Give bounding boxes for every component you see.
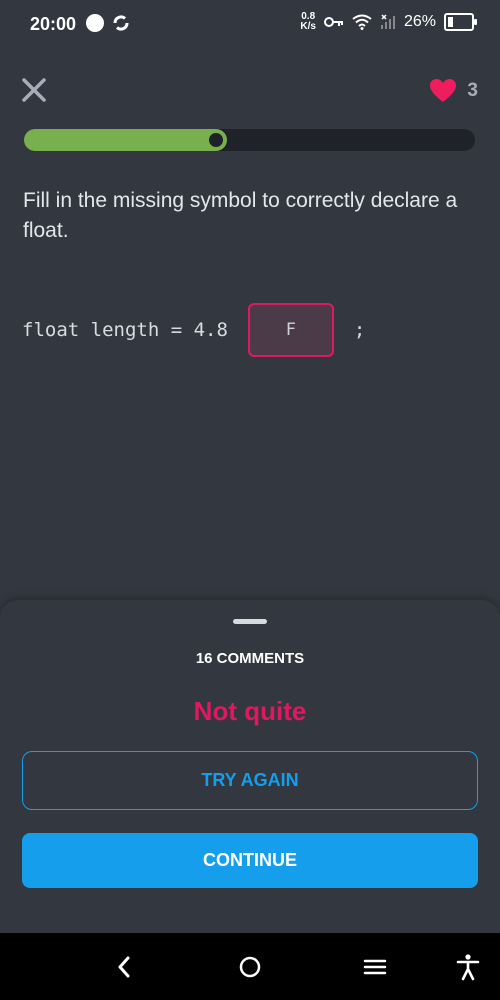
status-time: 20:00	[30, 14, 77, 34]
home-icon[interactable]	[236, 953, 264, 981]
wifi-icon	[352, 14, 372, 30]
sync-app-icon	[113, 15, 129, 31]
key-icon	[323, 17, 343, 27]
code-after: ;	[353, 319, 366, 341]
back-icon[interactable]	[111, 953, 139, 981]
lesson-progress-bar	[24, 129, 475, 151]
feedback-sheet: 16 COMMENTS Not quite TRY AGAIN CONTINUE	[0, 600, 500, 933]
continue-button[interactable]: CONTINUE	[22, 833, 478, 888]
notification-icons	[86, 14, 130, 32]
comments-link[interactable]: 16 COMMENTS	[0, 650, 500, 667]
hearts-counter: 3	[429, 78, 478, 103]
hearts-count: 3	[467, 79, 478, 101]
battery-percent: 26%	[403, 13, 436, 30]
accessibility-icon[interactable]	[454, 953, 482, 981]
progress-marker	[209, 133, 223, 147]
status-bar: 20:00 0.8 K/s 26%	[0, 0, 500, 52]
sheet-drag-handle[interactable]	[233, 619, 267, 624]
code-before: float length = 4.8	[22, 319, 228, 341]
question-text: Fill in the missing symbol to correctly …	[23, 189, 458, 242]
try-again-button[interactable]: TRY AGAIN	[22, 751, 478, 810]
duckduckgo-icon	[86, 14, 104, 32]
lesson-header: 3	[0, 70, 500, 110]
system-nav-bar	[0, 933, 500, 1000]
continue-label: CONTINUE	[203, 850, 297, 870]
code-statement: float length = 4.8 F ;	[22, 300, 365, 360]
close-icon[interactable]	[18, 74, 50, 106]
menu-icon[interactable]	[361, 953, 389, 981]
network-speed: 0.8 K/s	[300, 11, 316, 32]
battery-icon	[444, 13, 477, 31]
status-right: 0.8 K/s 26%	[300, 11, 477, 32]
battery-level-fill	[448, 17, 453, 27]
answer-blank[interactable]: F	[247, 303, 334, 357]
heart-icon	[430, 79, 457, 102]
try-again-label: TRY AGAIN	[201, 770, 299, 790]
answer-text: F	[285, 320, 297, 340]
feedback-message: Not quite	[193, 696, 307, 726]
progress-fill	[24, 129, 227, 151]
signal-icon	[380, 14, 395, 29]
